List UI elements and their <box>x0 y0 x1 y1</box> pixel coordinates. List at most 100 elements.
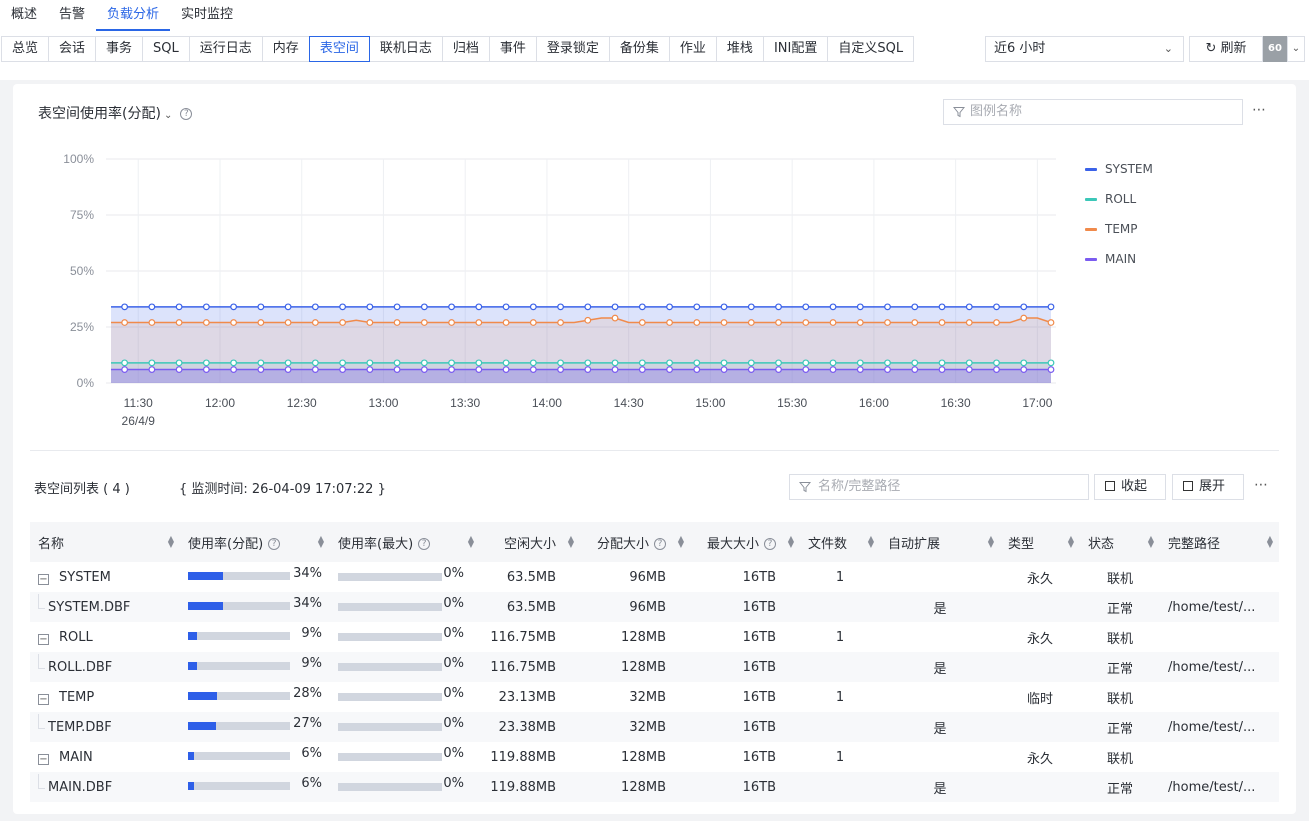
series-point-roll[interactable] <box>638 359 646 367</box>
series-point-temp[interactable] <box>311 319 319 326</box>
series-point-system[interactable] <box>611 303 619 311</box>
series-point-temp[interactable] <box>829 319 837 326</box>
table-row[interactable]: − MAIN 6% 0% 119.88MB 128MB 16TB 1 永久 联机 <box>30 742 1279 772</box>
series-point-main[interactable] <box>993 366 1000 373</box>
series-point-roll[interactable] <box>911 359 919 367</box>
table-row[interactable]: MAIN.DBF 6% 0% 119.88MB 128MB 16TB 是 正常/home/te… <box>30 772 1279 802</box>
series-point-roll[interactable] <box>311 359 319 367</box>
sort-icon[interactable]: ▲ ▼ <box>788 535 794 549</box>
series-point-temp[interactable] <box>993 319 1000 326</box>
collapse-row-icon[interactable]: − <box>38 633 49 645</box>
collapse-row-icon[interactable]: − <box>38 693 49 705</box>
series-point-system[interactable] <box>802 303 810 311</box>
table-row[interactable]: SYSTEM.DBF 34% 0% 63.5MB 96MB 16TB 是 正常/home/te… <box>30 592 1279 622</box>
series-point-main[interactable] <box>284 366 292 373</box>
series-point-system[interactable] <box>993 303 1000 311</box>
series-point-main[interactable] <box>339 366 346 373</box>
series-point-temp[interactable] <box>802 319 810 326</box>
series-point-roll[interactable] <box>121 359 129 367</box>
series-point-temp[interactable] <box>420 319 428 326</box>
sub-tab-7[interactable]: 联机日志 <box>368 36 443 62</box>
series-point-main[interactable] <box>965 366 973 373</box>
series-point-main[interactable] <box>829 366 837 373</box>
series-point-system[interactable] <box>175 303 183 311</box>
refresh-button[interactable]: ↻ 刷新 <box>1189 36 1263 62</box>
series-point-main[interactable] <box>775 366 782 373</box>
time-range-select[interactable]: 近6 小时 ⌄ <box>985 36 1184 62</box>
series-point-roll[interactable] <box>965 359 973 367</box>
series-point-roll[interactable] <box>938 359 946 367</box>
series-point-roll[interactable] <box>1020 359 1028 367</box>
refresh-interval-badge[interactable]: 60 <box>1263 36 1287 62</box>
series-point-temp[interactable] <box>693 319 701 326</box>
series-point-roll[interactable] <box>475 359 483 367</box>
series-point-main[interactable] <box>938 366 946 373</box>
series-point-temp[interactable] <box>775 319 782 326</box>
series-point-roll[interactable] <box>720 359 728 367</box>
series-point-temp[interactable] <box>747 319 755 326</box>
series-point-main[interactable] <box>584 366 592 373</box>
series-point-roll[interactable] <box>529 359 537 367</box>
collapse-row-icon[interactable]: − <box>38 753 49 765</box>
series-point-roll[interactable] <box>230 359 238 367</box>
series-point-roll[interactable] <box>502 359 510 367</box>
series-point-main[interactable] <box>202 366 210 373</box>
column-header-10[interactable]: 完整路径 ▲ ▼ <box>1160 522 1279 562</box>
series-point-system[interactable] <box>420 303 428 311</box>
sub-tab-14[interactable]: INI配置 <box>762 36 829 62</box>
main-tab-0[interactable]: 概述 <box>0 0 48 30</box>
column-header-0[interactable]: 名称 ▲ ▼ <box>30 522 180 562</box>
sort-icon[interactable]: ▲ ▼ <box>318 535 324 549</box>
legend-item-roll[interactable]: ROLL <box>1085 184 1153 214</box>
series-point-system[interactable] <box>284 303 292 311</box>
help-icon[interactable]: ? <box>418 538 431 550</box>
series-point-roll[interactable] <box>557 359 564 367</box>
series-point-main[interactable] <box>638 366 646 373</box>
sort-icon[interactable]: ▲ ▼ <box>868 535 874 549</box>
series-point-temp[interactable] <box>475 319 483 326</box>
chart-title[interactable]: 表空间使用率(分配) ⌄? <box>38 103 193 123</box>
table-row[interactable]: TEMP.DBF 27% 0% 23.38MB 32MB 16TB 是 正常/home/tes… <box>30 712 1279 742</box>
series-point-main[interactable] <box>884 366 891 373</box>
sub-tab-5[interactable]: 内存 <box>261 36 310 62</box>
series-point-temp[interactable] <box>938 319 946 326</box>
series-point-system[interactable] <box>775 303 782 311</box>
series-point-main[interactable] <box>230 366 238 373</box>
series-point-temp[interactable] <box>1047 319 1055 326</box>
sub-tab-12[interactable]: 作业 <box>668 36 717 62</box>
series-point-main[interactable] <box>666 366 673 373</box>
series-point-system[interactable] <box>121 303 129 311</box>
series-point-system[interactable] <box>148 303 156 311</box>
series-point-temp[interactable] <box>856 319 864 326</box>
sub-tab-2[interactable]: 事务 <box>95 36 144 62</box>
sub-tab-11[interactable]: 备份集 <box>608 36 670 62</box>
sub-tab-13[interactable]: 堆栈 <box>715 36 764 62</box>
series-point-main[interactable] <box>121 366 129 373</box>
sub-tab-4[interactable]: 运行日志 <box>188 36 263 62</box>
series-point-system[interactable] <box>965 303 973 311</box>
series-point-temp[interactable] <box>720 319 728 326</box>
series-point-system[interactable] <box>475 303 483 311</box>
series-point-system[interactable] <box>448 303 455 311</box>
main-tab-3[interactable]: 实时监控 <box>170 0 244 30</box>
series-point-main[interactable] <box>502 366 510 373</box>
series-point-temp[interactable] <box>666 319 673 326</box>
series-point-main[interactable] <box>529 366 537 373</box>
series-point-system[interactable] <box>230 303 238 311</box>
series-point-temp[interactable] <box>339 319 346 326</box>
list-more-icon[interactable]: ⋯ <box>1254 477 1269 493</box>
series-point-roll[interactable] <box>339 359 346 367</box>
series-point-roll[interactable] <box>802 359 810 367</box>
series-point-main[interactable] <box>693 366 701 373</box>
column-header-4[interactable]: 分配大小? ▲ ▼ <box>580 522 690 562</box>
help-icon[interactable]: ? <box>764 538 776 550</box>
series-point-system[interactable] <box>529 303 537 311</box>
series-point-system[interactable] <box>747 303 755 311</box>
series-point-temp[interactable] <box>257 319 265 326</box>
series-point-roll[interactable] <box>448 359 455 367</box>
column-header-1[interactable]: 使用率(分配)? ▲ ▼ <box>180 522 330 562</box>
series-point-system[interactable] <box>884 303 891 311</box>
series-point-system[interactable] <box>829 303 837 311</box>
legend-item-system[interactable]: SYSTEM <box>1085 154 1153 184</box>
series-point-roll[interactable] <box>993 359 1000 367</box>
